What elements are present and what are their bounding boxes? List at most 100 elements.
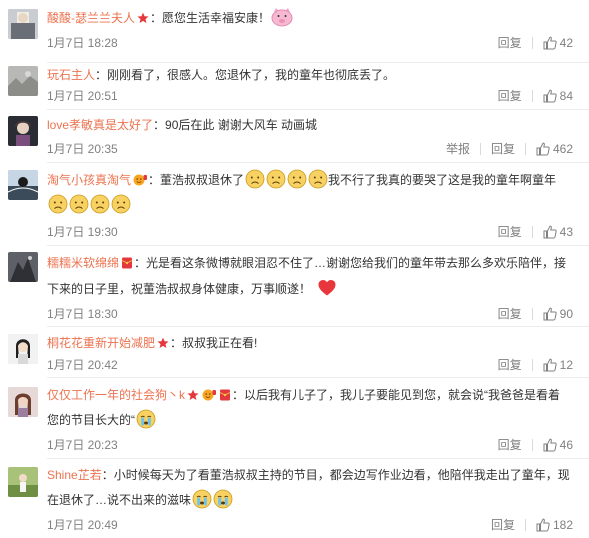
divider [531, 358, 533, 371]
reply-button[interactable]: 回复 [491, 516, 515, 533]
smiley-badge-icon[interactable] [133, 174, 148, 186]
avatar[interactable] [8, 116, 38, 146]
like-button[interactable]: 90 [543, 307, 573, 321]
reply-button[interactable]: 回复 [491, 140, 515, 157]
reply-button[interactable]: 回复 [498, 436, 522, 453]
red-heart-emoji-icon [318, 280, 336, 296]
like-button[interactable]: 84 [543, 89, 573, 103]
comment-item: 糯糯米软绵绵 ：光是看这条微博就眼泪忍不住了…谢谢您给我们的童年带去那么多欢乐陪伴… [0, 250, 589, 327]
report-button[interactable]: 举报 [446, 140, 470, 157]
avatar[interactable] [8, 9, 38, 39]
like-button[interactable]: 46 [543, 438, 573, 452]
like-count: 43 [559, 224, 573, 239]
red-envelope-badge-icon[interactable] [121, 257, 133, 269]
divider [47, 326, 589, 327]
divider [47, 109, 589, 110]
sad-face-emoji-icon [69, 194, 88, 214]
username[interactable]: love孝敏真是太好了 [47, 118, 153, 132]
crying-face-emoji-icon [192, 489, 211, 509]
comment-time: 1月7日 20:51 [47, 89, 118, 103]
comment-text: 刚刚看了，很感人。您退休了，我的童年也彻底丢了。 [107, 68, 396, 82]
divider [531, 438, 533, 451]
divider [47, 458, 589, 459]
red-envelope-badge-icon[interactable] [219, 389, 231, 401]
divider [47, 162, 589, 163]
comment-text: 以后我有儿子了，我儿子要能见到您，就会说“我爸爸是看着 [244, 388, 561, 402]
thumbs-up-icon [543, 89, 557, 102]
like-button[interactable]: 43 [543, 225, 573, 239]
like-button[interactable]: 182 [536, 518, 573, 532]
comment-text: 董浩叔叔退休了 [160, 173, 245, 187]
username[interactable]: 桐花花重新开始减肥 [47, 336, 155, 350]
like-button[interactable]: 462 [536, 142, 573, 156]
comment-item: Shine芷若：小时候每天为了看董浩叔叔主持的节目，都会边写作业边看，他陪伴我走… [0, 463, 589, 535]
sad-face-emoji-icon [90, 194, 109, 214]
reply-button[interactable]: 回复 [498, 87, 522, 104]
crying-face-emoji-icon [136, 409, 155, 429]
like-count: 462 [552, 141, 573, 156]
sad-face-emoji-icon [287, 169, 306, 189]
comment-text: 您的节目长大的“ [47, 413, 135, 427]
star-badge-icon[interactable] [157, 337, 169, 349]
comment-item: 仅仅工作一年的社会狗丶k ：以后我有儿子了，我儿子要能见到您，就会说“我爸爸是看着… [0, 383, 589, 459]
comment-text: 我不行了我真的要哭了这是我的童年啊童年 [328, 173, 557, 187]
comment-item: 淘气小孩真淘气 ：董浩叔叔退休了 我不行了我真的要哭了这是我的童年啊童年 1月7日 … [0, 168, 589, 246]
divider [479, 142, 481, 155]
like-button[interactable]: 12 [543, 358, 573, 372]
divider [531, 307, 533, 320]
comment-item: 酸酸-瑟兰兰夫人 ：愿您生活幸福安康！ 1月7日 18:28 回复 42 [0, 7, 589, 63]
like-button[interactable]: 42 [543, 36, 573, 50]
like-count: 90 [559, 306, 573, 321]
reply-button[interactable]: 回复 [498, 356, 522, 373]
comment-time: 1月7日 18:28 [47, 36, 118, 50]
star-badge-icon[interactable] [137, 12, 149, 24]
reply-button[interactable]: 回复 [498, 223, 522, 240]
thumbs-up-icon [543, 438, 557, 451]
divider [47, 62, 589, 63]
like-count: 42 [559, 35, 573, 50]
comment-text: 90后在此 谢谢大风车 动画城 [165, 118, 318, 132]
username[interactable]: 玩石主人 [47, 68, 95, 82]
username[interactable]: Shine芷若 [47, 468, 102, 482]
username[interactable]: 酸酸-瑟兰兰夫人 [47, 11, 135, 25]
divider [524, 142, 526, 155]
thumbs-up-icon [536, 142, 550, 155]
comment-item: 桐花花重新开始减肥 ：叔叔我正在看! 1月7日 20:42 回复 12 [0, 332, 589, 378]
comment-item: love孝敏真是太好了：90后在此 谢谢大风车 动画城 1月7日 20:35 举… [0, 114, 589, 163]
like-count: 46 [559, 437, 573, 452]
reply-button[interactable]: 回复 [498, 305, 522, 322]
thumbs-up-icon [543, 307, 557, 320]
avatar[interactable] [8, 66, 38, 96]
comment-text: 小时候每天为了看董浩叔叔主持的节目，都会边写作业边看，他陪伴我走出了童年，现 [113, 468, 570, 482]
username[interactable]: 仅仅工作一年的社会狗丶k [47, 388, 185, 402]
sad-face-emoji-icon [266, 169, 285, 189]
comment-time: 1月7日 19:30 [47, 225, 118, 239]
thumbs-up-icon [543, 358, 557, 371]
thumbs-up-icon [543, 225, 557, 238]
avatar[interactable] [8, 334, 38, 364]
thumbs-up-icon [543, 36, 557, 49]
sad-face-emoji-icon [308, 169, 327, 189]
avatar[interactable] [8, 170, 38, 200]
comment-time: 1月7日 18:30 [47, 307, 118, 321]
comment-text: 愿您生活幸福安康！ [162, 11, 271, 25]
comment-time: 1月7日 20:23 [47, 438, 118, 452]
comment-text: 下来的日子里，祝董浩叔叔身体健康，万事顺遂！ [47, 282, 312, 296]
avatar[interactable] [8, 467, 38, 497]
avatar[interactable] [8, 252, 38, 282]
username[interactable]: 糯糯米软绵绵 [47, 256, 119, 270]
reply-button[interactable]: 回复 [498, 34, 522, 51]
star-badge-icon[interactable] [187, 389, 199, 401]
comment-time: 1月7日 20:49 [47, 518, 118, 532]
smiley-badge-icon[interactable] [202, 389, 217, 401]
comment-list: 酸酸-瑟兰兰夫人 ：愿您生活幸福安康！ 1月7日 18:28 回复 42 玩石主人… [0, 0, 589, 538]
like-count: 84 [559, 88, 573, 103]
comment-text: 叔叔我正在看! [182, 336, 258, 350]
username[interactable]: 淘气小孩真淘气 [47, 173, 131, 187]
divider [531, 89, 533, 102]
like-count: 12 [559, 357, 573, 372]
sad-face-emoji-icon [48, 194, 67, 214]
comment-item: 玩石主人：刚刚看了，很感人。您退休了，我的童年也彻底丢了。 1月7日 20:51… [0, 64, 589, 112]
divider [47, 377, 589, 378]
avatar[interactable] [8, 387, 38, 417]
